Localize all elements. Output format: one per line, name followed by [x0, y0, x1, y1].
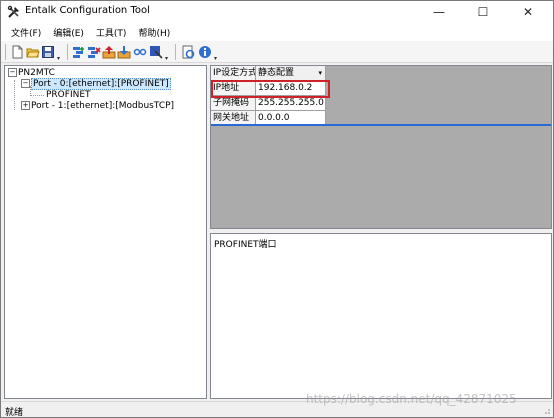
- ip-mode-value: 静态配置: [258, 68, 295, 78]
- ip-mode-select[interactable]: 静态配置 ▾: [256, 66, 326, 81]
- resize-grip-icon[interactable]: [541, 405, 551, 415]
- tree-label-root: PN2MTC: [18, 68, 55, 78]
- settings-icon[interactable]: [149, 45, 163, 59]
- add-port-icon[interactable]: [72, 45, 86, 59]
- grid-separator: [211, 124, 551, 126]
- tree-connector: [14, 80, 15, 110]
- mask-label: 子网掩码: [211, 96, 256, 111]
- toolbar: ▾ ▾ ▾: [1, 41, 553, 63]
- upload-icon[interactable]: [102, 45, 116, 59]
- link-icon[interactable]: [133, 45, 147, 59]
- status-text: 就绪: [5, 408, 24, 418]
- collapse-toggle[interactable]: −: [8, 68, 17, 77]
- grid-row-mask: 子网掩码 255.255.255.0: [211, 96, 326, 111]
- window-title: Entalk Configuration Tool: [25, 5, 150, 16]
- ip-mode-label: IP设定方式: [211, 66, 256, 81]
- menu-bar: 文件(F) 编辑(E) 工具(T) 帮助(H): [1, 23, 553, 41]
- device-tree[interactable]: − PN2MTC − Port - 0:[ethernet]:[PROFINET] …: [4, 65, 207, 399]
- download-icon[interactable]: [117, 45, 131, 59]
- info-icon[interactable]: [198, 45, 212, 59]
- tree-label-profinet: PROFINET: [46, 90, 91, 100]
- menu-tools[interactable]: 工具(T): [90, 26, 133, 39]
- close-button[interactable]: ✕: [506, 1, 550, 23]
- minimize-button[interactable]: —: [417, 1, 461, 23]
- save-icon[interactable]: [41, 45, 55, 59]
- open-folder-icon[interactable]: [26, 45, 40, 59]
- tree-node-port0[interactable]: − Port - 0:[ethernet]:[PROFINET]: [21, 78, 171, 90]
- tree-connector: [30, 95, 44, 96]
- expand-toggle[interactable]: +: [21, 101, 30, 110]
- description-pane: PROFINET端口: [210, 233, 552, 399]
- toolbar-separator: [175, 44, 176, 60]
- toolbar-separator: [67, 44, 68, 60]
- menu-help[interactable]: 帮助(H): [132, 26, 176, 39]
- tree-label-port1: Port - 1:[ethernet]:[ModbusTCP]: [31, 101, 175, 111]
- mask-input[interactable]: 255.255.255.0: [256, 96, 326, 111]
- tree-label-port0: Port - 0:[ethernet]:[PROFINET]: [31, 78, 171, 90]
- chevron-down-icon[interactable]: ▾: [318, 66, 322, 80]
- remove-port-icon[interactable]: [87, 45, 101, 59]
- menu-file[interactable]: 文件(F): [5, 26, 47, 39]
- tree-node-port1[interactable]: + Port - 1:[ethernet]:[ModbusTCP]: [21, 101, 174, 112]
- highlight-box: [211, 80, 330, 98]
- new-file-icon[interactable]: [10, 45, 24, 59]
- toolbar-dropdown-1[interactable]: ▾: [57, 55, 60, 62]
- title-bar[interactable]: Entalk Configuration Tool — ☐ ✕: [1, 1, 553, 23]
- grid-row-ip-mode: IP设定方式 静态配置 ▾: [211, 66, 326, 81]
- tools-icon: [7, 5, 19, 18]
- tree-node-profinet[interactable]: PROFINET: [46, 90, 91, 101]
- collapse-toggle[interactable]: −: [21, 79, 30, 88]
- maximize-button[interactable]: ☐: [461, 1, 505, 23]
- toolbar-grip: [5, 44, 6, 60]
- properties-grid: IP设定方式 静态配置 ▾ IP地址 192.168.0.2 子网掩码 255.…: [210, 65, 552, 229]
- app-window: Entalk Configuration Tool — ☐ ✕ 文件(F) 编辑…: [0, 0, 554, 418]
- menu-edit[interactable]: 编辑(E): [47, 26, 90, 39]
- description-text: PROFINET端口: [214, 240, 277, 250]
- toolbar-dropdown-3[interactable]: ▾: [214, 55, 217, 62]
- toolbar-dropdown-2[interactable]: ▾: [165, 55, 168, 62]
- refresh-icon[interactable]: [181, 45, 195, 59]
- watermark-text: https://blog.csdn.net/qq_42871025: [306, 392, 517, 406]
